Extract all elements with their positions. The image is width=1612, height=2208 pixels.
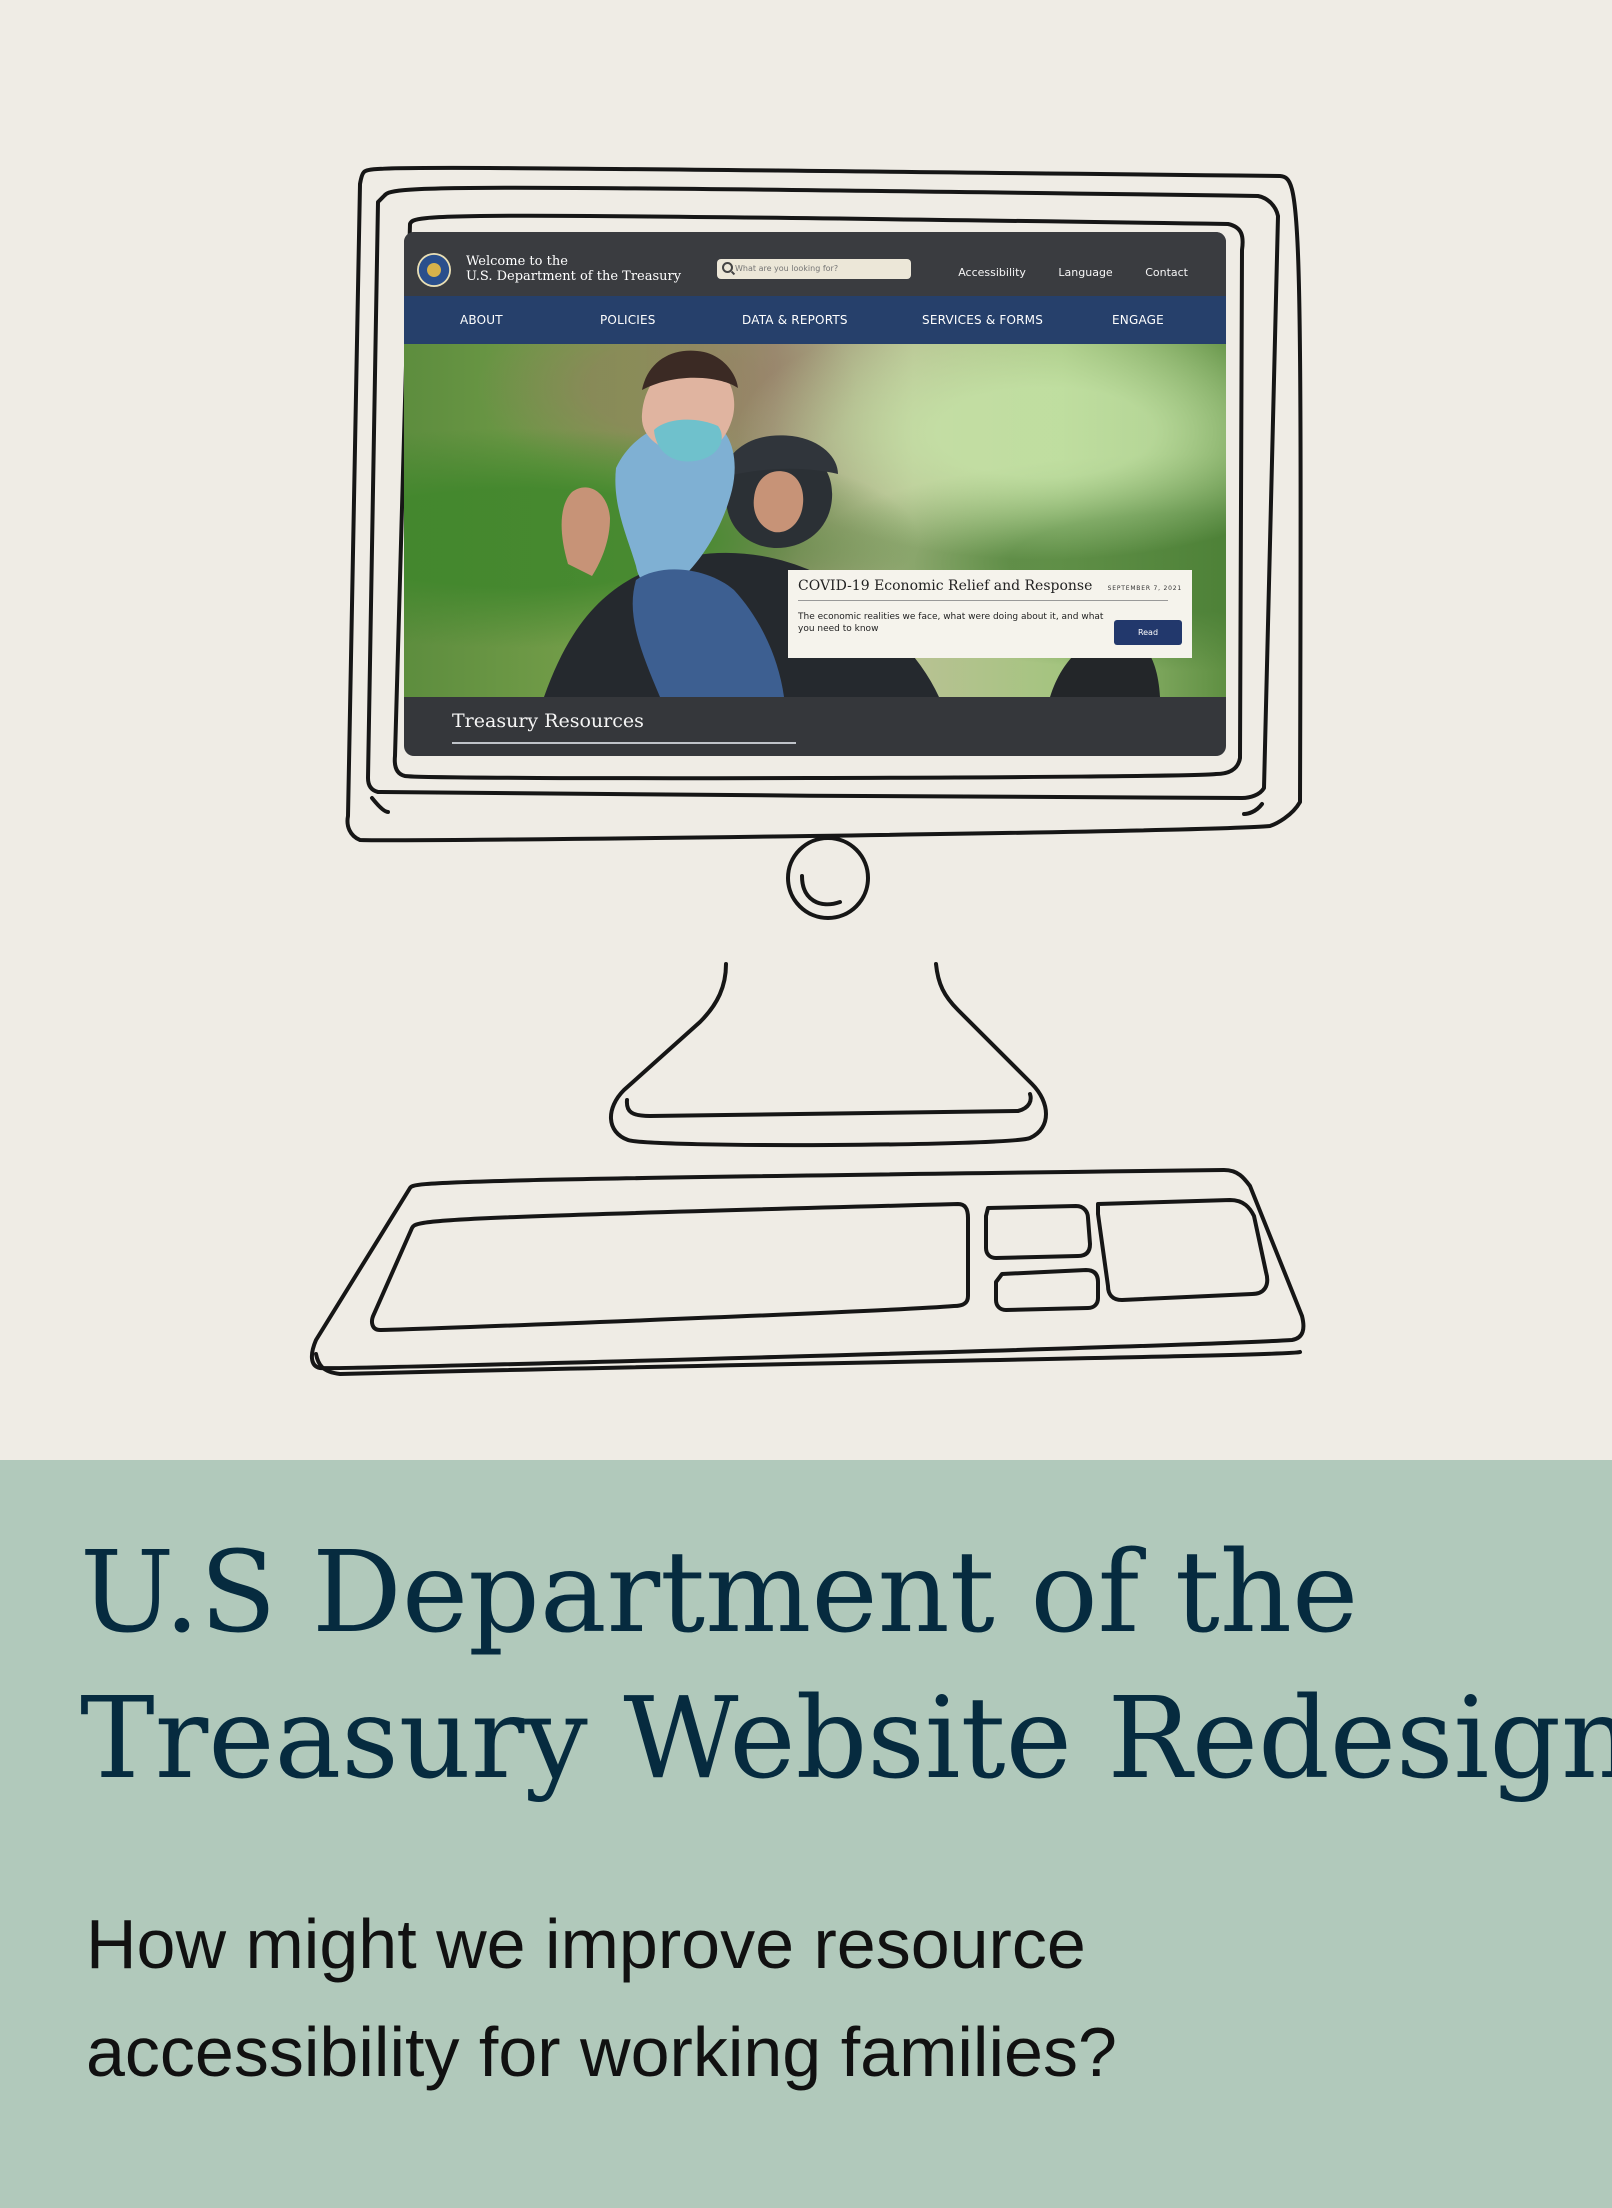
case-study-title-line-1: U.S Department of the (80, 1528, 1359, 1658)
accessibility-link[interactable]: Accessibility (958, 266, 1026, 279)
case-study-title-line-2: Treasury Website Redesign (80, 1674, 1612, 1804)
language-link[interactable]: Language (1058, 266, 1112, 279)
search-input[interactable] (735, 261, 905, 276)
featured-story-date: SEPTEMBER 7, 2021 (1107, 585, 1182, 592)
treasury-resources-heading: Treasury Resources (452, 710, 644, 732)
welcome-line: Welcome to the (466, 254, 568, 269)
treasury-seal-logo[interactable] (417, 253, 451, 287)
featured-story-summary: The economic realities we face, what wer… (798, 612, 1104, 634)
research-question-line-1: How might we improve resource (86, 1905, 1086, 1983)
case-study-title: U.S Department of the Treasury Website R… (80, 1520, 1612, 1812)
resources-divider (452, 742, 796, 744)
nav-engage[interactable]: ENGAGE (1112, 313, 1164, 327)
research-question-line-2: accessibility for working families? (86, 2013, 1117, 2091)
main-navigation: ABOUT POLICIES DATA & REPORTS SERVICES &… (404, 296, 1226, 344)
treasury-website-screenshot: Welcome to the U.S. Department of the Tr… (404, 232, 1226, 756)
site-logo-text[interactable]: Welcome to the U.S. Department of the Tr… (466, 254, 681, 284)
nav-data-reports[interactable]: DATA & REPORTS (742, 313, 848, 327)
card-divider (798, 600, 1168, 601)
read-button[interactable]: Read (1114, 620, 1182, 645)
contact-link[interactable]: Contact (1145, 266, 1188, 279)
nav-about[interactable]: ABOUT (460, 313, 503, 327)
utility-links: Accessibility Language Contact (929, 266, 1188, 279)
nav-policies[interactable]: POLICIES (600, 313, 656, 327)
site-header: Welcome to the U.S. Department of the Tr… (404, 232, 1226, 296)
sketch-background: Welcome to the U.S. Department of the Tr… (0, 0, 1612, 1460)
search-box[interactable] (717, 259, 911, 279)
nav-services-forms[interactable]: SERVICES & FORMS (922, 313, 1043, 327)
case-study-caption: U.S Department of the Treasury Website R… (0, 1460, 1612, 2208)
research-question: How might we improve resource accessibil… (86, 1890, 1516, 2106)
featured-story-title[interactable]: COVID-19 Economic Relief and Response (798, 578, 1096, 594)
search-icon (722, 262, 733, 273)
hero-photo: COVID-19 Economic Relief and Response SE… (404, 344, 1226, 697)
featured-story-card: COVID-19 Economic Relief and Response SE… (788, 570, 1192, 658)
department-name: U.S. Department of the Treasury (466, 269, 682, 284)
